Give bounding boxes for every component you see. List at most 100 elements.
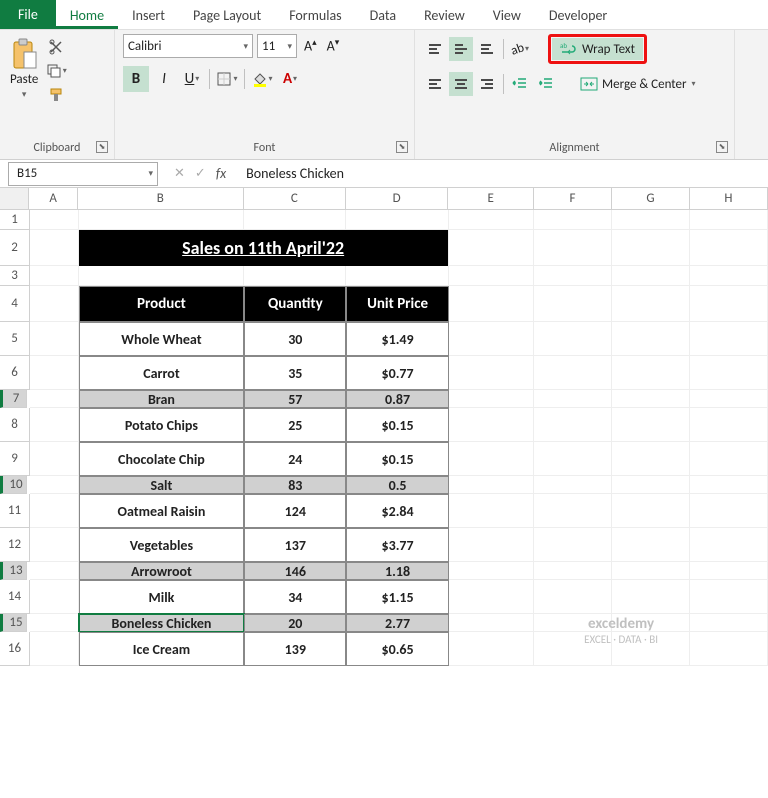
- cell[interactable]: Quantity: [244, 286, 346, 322]
- row-header[interactable]: 9: [0, 442, 30, 476]
- cell[interactable]: [449, 442, 535, 476]
- cell[interactable]: [534, 562, 612, 580]
- col-header[interactable]: F: [534, 188, 612, 209]
- row-header[interactable]: 1: [0, 210, 30, 230]
- cell[interactable]: [534, 266, 612, 286]
- cell[interactable]: [612, 322, 690, 356]
- cell[interactable]: [690, 286, 768, 322]
- row-header[interactable]: 5: [0, 322, 30, 356]
- cell[interactable]: [30, 286, 79, 322]
- col-header[interactable]: H: [690, 188, 768, 209]
- cell[interactable]: $2.84: [346, 494, 448, 528]
- dialog-launcher-icon[interactable]: ⬊: [396, 141, 408, 153]
- cell[interactable]: [30, 230, 79, 266]
- cell[interactable]: [612, 286, 690, 322]
- row-header[interactable]: 2: [0, 230, 30, 266]
- cell[interactable]: [612, 390, 690, 408]
- format-painter-button[interactable]: [44, 84, 68, 106]
- select-all-corner[interactable]: [0, 188, 29, 209]
- cell[interactable]: [612, 356, 690, 390]
- row-header[interactable]: 12: [0, 528, 30, 562]
- cell[interactable]: [612, 442, 690, 476]
- decrease-font-button[interactable]: A▾: [324, 37, 343, 55]
- cell[interactable]: [30, 356, 79, 390]
- col-header[interactable]: E: [448, 188, 534, 209]
- cell[interactable]: [534, 528, 612, 562]
- cell[interactable]: [534, 494, 612, 528]
- cell[interactable]: 2.77: [346, 614, 448, 632]
- cell[interactable]: [30, 580, 79, 614]
- cell[interactable]: [30, 442, 79, 476]
- dialog-launcher-icon[interactable]: ⬊: [716, 141, 728, 153]
- cell[interactable]: Oatmeal Raisin: [79, 494, 245, 528]
- copy-button[interactable]: ▾: [44, 60, 68, 82]
- spreadsheet-grid[interactable]: ABCDEFGH 12345678910111213141516 Sales o…: [0, 188, 768, 666]
- tab-home[interactable]: Home: [56, 1, 118, 29]
- borders-button[interactable]: ▾: [214, 66, 240, 92]
- cell[interactable]: [612, 580, 690, 614]
- cell[interactable]: [449, 286, 535, 322]
- cell[interactable]: 25: [244, 408, 346, 442]
- cell[interactable]: 24: [244, 442, 346, 476]
- cell[interactable]: Whole Wheat: [79, 322, 245, 356]
- cell[interactable]: [346, 210, 448, 230]
- col-header[interactable]: A: [29, 188, 78, 209]
- cell[interactable]: [690, 230, 768, 266]
- cell[interactable]: 30: [244, 322, 346, 356]
- align-top-button[interactable]: [423, 37, 447, 61]
- font-size-combo[interactable]: 11▾: [257, 34, 297, 58]
- cell[interactable]: Carrot: [79, 356, 245, 390]
- cell[interactable]: [449, 476, 535, 494]
- cell[interactable]: Product: [79, 286, 245, 322]
- cell[interactable]: [30, 632, 79, 666]
- increase-indent-button[interactable]: [534, 72, 558, 96]
- enter-icon[interactable]: ✓: [195, 166, 206, 181]
- fx-icon[interactable]: fx: [216, 165, 226, 182]
- cell[interactable]: [690, 390, 768, 408]
- cell[interactable]: [30, 210, 79, 230]
- tab-data[interactable]: Data: [356, 1, 410, 28]
- cell[interactable]: [449, 356, 535, 390]
- cell[interactable]: 34: [244, 580, 346, 614]
- row-header[interactable]: 16: [0, 632, 30, 666]
- cell[interactable]: [79, 210, 245, 230]
- font-name-combo[interactable]: Calibri▾: [123, 34, 253, 58]
- cell[interactable]: [449, 322, 535, 356]
- cell[interactable]: [534, 390, 612, 408]
- cell[interactable]: [449, 408, 535, 442]
- cell[interactable]: 83: [244, 476, 346, 494]
- cell[interactable]: $0.65: [346, 632, 448, 666]
- wrap-text-button[interactable]: ab Wrap Text: [552, 38, 643, 60]
- name-box[interactable]: B15▾: [8, 162, 158, 186]
- row-header[interactable]: 13: [0, 562, 27, 580]
- cell[interactable]: [346, 266, 448, 286]
- row-header[interactable]: 3: [0, 266, 30, 286]
- underline-button[interactable]: U▾: [179, 66, 205, 92]
- cell[interactable]: [534, 230, 612, 266]
- cell[interactable]: [534, 408, 612, 442]
- cell[interactable]: Sales on 11th April'22: [79, 230, 449, 266]
- tab-view[interactable]: View: [479, 1, 535, 28]
- cell[interactable]: $0.77: [346, 356, 448, 390]
- cell[interactable]: $0.15: [346, 408, 448, 442]
- cell[interactable]: [612, 494, 690, 528]
- cell[interactable]: [30, 390, 79, 408]
- tab-developer[interactable]: Developer: [535, 1, 621, 28]
- col-header[interactable]: B: [78, 188, 244, 209]
- cell[interactable]: Salt: [79, 476, 245, 494]
- cell[interactable]: [690, 614, 768, 632]
- row-header[interactable]: 11: [0, 494, 30, 528]
- tab-page-layout[interactable]: Page Layout: [179, 1, 275, 28]
- cancel-icon[interactable]: ✕: [174, 166, 185, 181]
- cell[interactable]: [534, 356, 612, 390]
- cell[interactable]: [690, 408, 768, 442]
- cell[interactable]: [30, 528, 79, 562]
- cell[interactable]: [612, 210, 690, 230]
- row-header[interactable]: 4: [0, 286, 30, 322]
- row-header[interactable]: 15: [0, 614, 27, 632]
- cell[interactable]: [449, 390, 535, 408]
- tab-formulas[interactable]: Formulas: [275, 1, 355, 28]
- cell[interactable]: [534, 476, 612, 494]
- cell[interactable]: [449, 266, 535, 286]
- cell[interactable]: [534, 580, 612, 614]
